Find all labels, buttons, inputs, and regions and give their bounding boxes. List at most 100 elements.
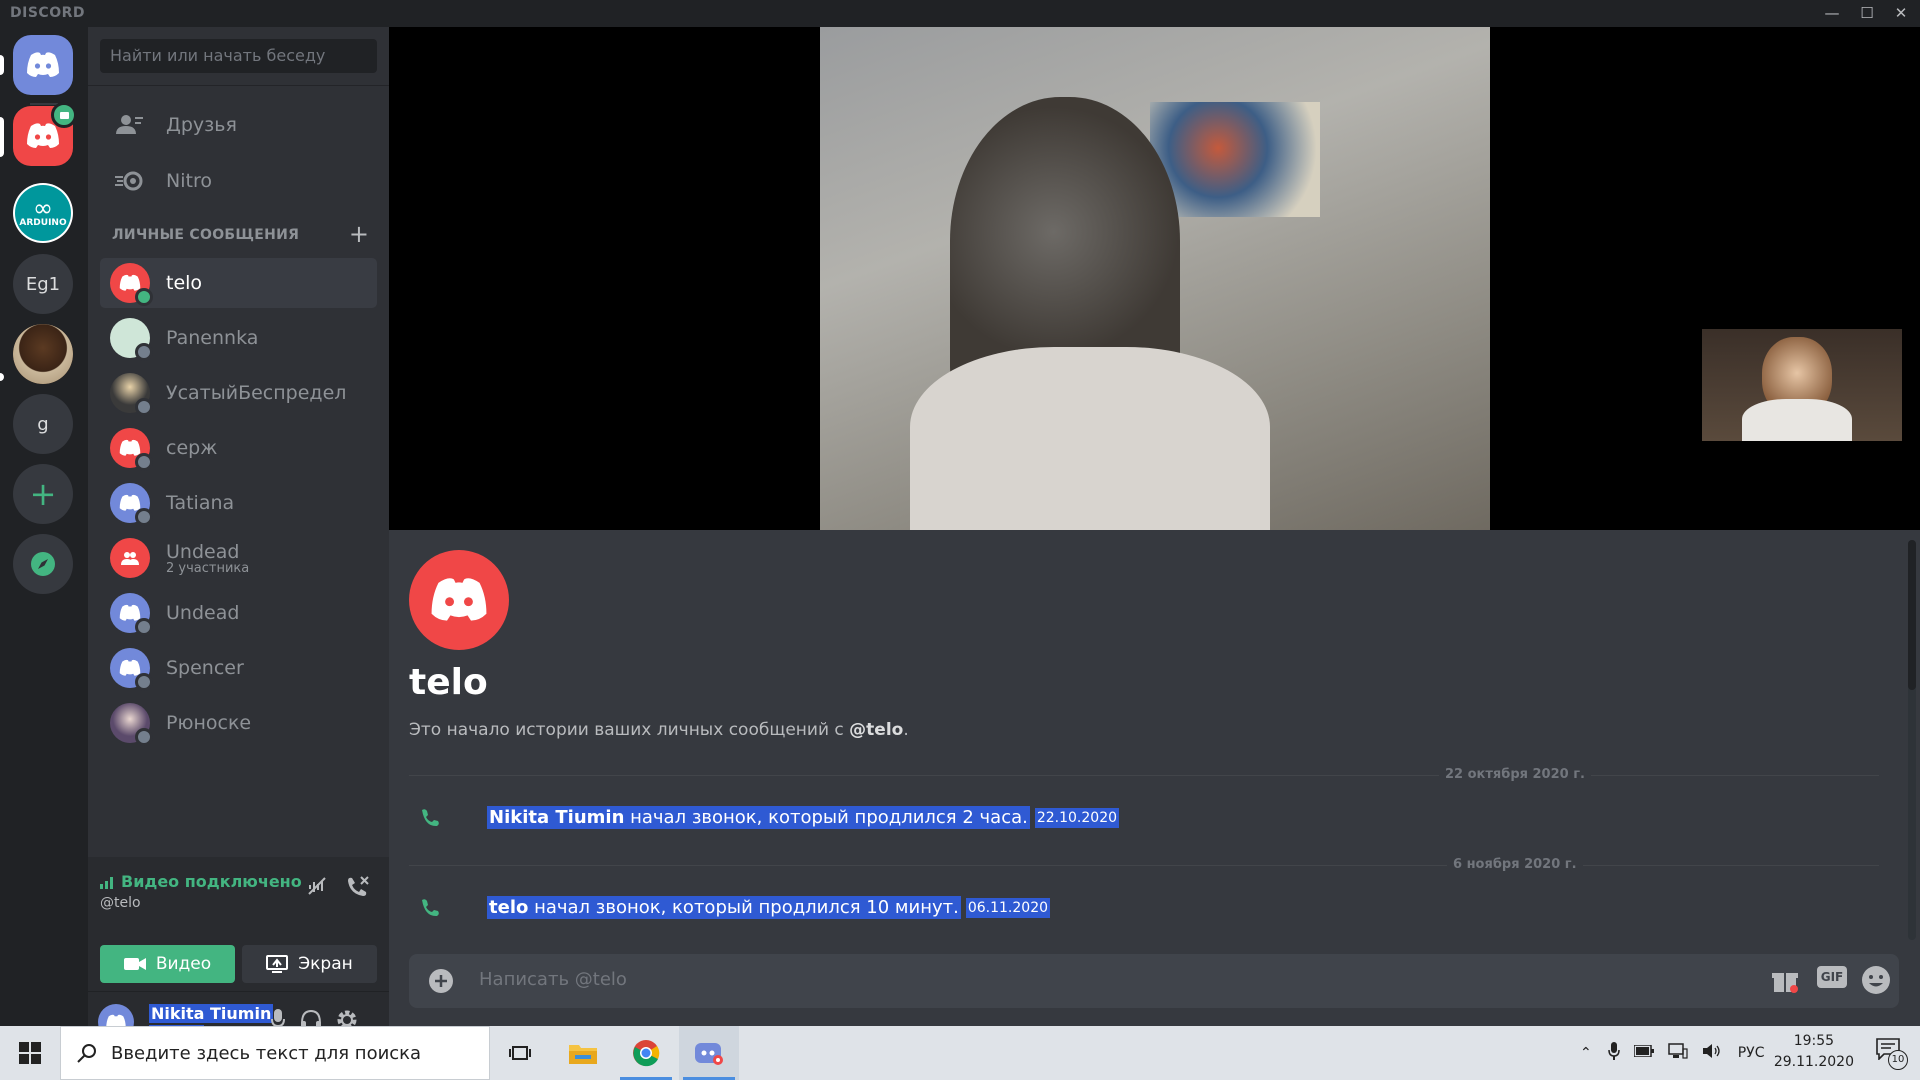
dm-name: Undead: [166, 540, 240, 563]
title-bar: DISCORD — ☐ ✕: [0, 0, 1920, 27]
search-input[interactable]: Найти или начать беседу: [100, 39, 377, 73]
offline-status-icon: [135, 453, 153, 471]
person-shirt: [910, 347, 1270, 530]
message-input[interactable]: Написать @telo: [479, 969, 627, 990]
dm-text: Undead 2 участника: [166, 541, 249, 576]
tray-overflow-icon[interactable]: ⌃: [1580, 1045, 1592, 1061]
nav-friends[interactable]: Друзья: [100, 102, 377, 148]
nav-nitro[interactable]: Nitro: [100, 158, 377, 204]
create-dm-button[interactable]: +: [349, 220, 369, 248]
dm-item-spencer[interactable]: Spencer: [100, 643, 377, 693]
taskbar-discord[interactable]: [679, 1026, 739, 1080]
avatar: [110, 263, 153, 306]
notification-center-button[interactable]: 10: [1876, 1038, 1908, 1070]
intro-handle: @telo: [849, 720, 904, 740]
remote-video-stream[interactable]: [820, 27, 1490, 530]
emoji-icon[interactable]: [1861, 965, 1891, 999]
dm-item-undead[interactable]: Undead: [100, 588, 377, 638]
home-button[interactable]: [13, 35, 73, 95]
date-divider-label: 6 ноября 2020 г.: [1447, 857, 1583, 872]
video-call-area[interactable]: [389, 27, 1920, 530]
compass-icon: [31, 552, 55, 576]
nav-label: Друзья: [166, 114, 237, 136]
offline-status-icon: [135, 728, 153, 746]
start-button[interactable]: [0, 1026, 60, 1080]
call-message: telo начал звонок, который продлился 10 …: [419, 896, 1051, 919]
gift-icon[interactable]: [1771, 966, 1799, 998]
voice-status-text: Видео подключено: [121, 872, 302, 891]
video-button-label: Видео: [155, 954, 212, 974]
offline-status-icon: [135, 618, 153, 636]
avatar: [110, 483, 153, 526]
dm-item-telo[interactable]: telo: [100, 258, 377, 308]
taskbar-clock[interactable]: 19:55 29.11.2020: [1774, 1031, 1854, 1073]
dm-item-undead-group[interactable]: Undead 2 участника: [100, 533, 377, 583]
server-icon-eg1[interactable]: Eg1: [13, 254, 73, 314]
dm-item-tatiana[interactable]: Tatiana: [100, 478, 377, 528]
tray-mic-icon[interactable]: [1607, 1042, 1620, 1064]
disconnect-call-icon[interactable]: [346, 875, 370, 902]
avatar: [110, 593, 153, 636]
chat-intro: Это начало истории ваших личных сообщени…: [409, 720, 909, 740]
call-timestamp: 22.10.2020: [1034, 807, 1120, 828]
call-author[interactable]: Nikita Tiumin: [489, 807, 624, 828]
voice-channel: @telo: [100, 895, 141, 911]
gif-icon[interactable]: GIF: [1817, 966, 1847, 988]
windows-taskbar: Введите здесь текст для поиска ⌃ РУС 19:…: [0, 1026, 1920, 1080]
search-icon: [77, 1044, 96, 1063]
battery-icon[interactable]: [1632, 1044, 1654, 1061]
infinity-icon: ∞: [33, 194, 53, 222]
volume-icon[interactable]: [1702, 1043, 1722, 1063]
chat-area: telo Это начало истории ваших личных соо…: [389, 530, 1920, 1026]
clock-time: 19:55: [1793, 1033, 1835, 1049]
close-window-button[interactable]: ✕: [1886, 2, 1916, 24]
dm-members-count: 2 участника: [166, 560, 250, 576]
maximize-button[interactable]: ☐: [1852, 2, 1882, 24]
call-message-text: Nikita Tiumin начал звонок, который прод…: [487, 806, 1030, 829]
call-message: Nikita Tiumin начал звонок, который прод…: [419, 806, 1120, 829]
add-server-button[interactable]: +: [13, 464, 73, 524]
nav-label: Nitro: [166, 170, 212, 192]
server-icon-g[interactable]: g: [13, 394, 73, 454]
offline-status-icon: [135, 398, 153, 416]
taskbar-file-explorer[interactable]: [553, 1026, 613, 1080]
dm-item-serzh[interactable]: серж: [100, 423, 377, 473]
avatar: [110, 703, 153, 746]
input-language[interactable]: РУС: [1738, 1045, 1765, 1061]
screen-share-button[interactable]: Экран: [242, 945, 377, 983]
server-icon-red[interactable]: [13, 102, 77, 166]
self-video-preview[interactable]: [1702, 329, 1902, 441]
scrollbar-thumb[interactable]: [1908, 540, 1916, 690]
dm-header-avatar: [409, 550, 509, 650]
dm-item-usatyi[interactable]: УсатыйБеспредел: [100, 368, 377, 418]
noise-suppression-icon[interactable]: [306, 875, 328, 902]
avatar: [110, 318, 153, 361]
server-icon-avatar[interactable]: [13, 324, 73, 384]
chat-scrollbar[interactable]: [1908, 540, 1916, 940]
dm-name: telo: [166, 272, 203, 294]
intro-text: Это начало истории ваших личных сообщени…: [409, 720, 850, 740]
phone-icon: [419, 897, 443, 919]
portrait-avatar: [13, 324, 73, 384]
date-divider: [409, 865, 1879, 866]
date-divider-label: 22 октября 2020 г.: [1439, 767, 1591, 782]
dm-item-panennka[interactable]: Panennka: [100, 313, 377, 363]
dm-item-ryunoske[interactable]: Рюноске: [100, 698, 377, 748]
taskbar-chrome[interactable]: [616, 1026, 676, 1080]
server-icon-arduino[interactable]: ∞ ARDUINO: [13, 183, 73, 243]
network-icon[interactable]: [1667, 1043, 1688, 1063]
task-view-button[interactable]: [490, 1026, 550, 1080]
attach-plus-icon[interactable]: [429, 969, 453, 997]
explore-servers-button[interactable]: [13, 534, 73, 594]
arduino-label: ARDUINO: [19, 218, 67, 228]
video-button[interactable]: Видео: [100, 945, 235, 983]
taskbar-search-input[interactable]: Введите здесь текст для поиска: [60, 1026, 490, 1080]
message-composer[interactable]: Написать @telo GIF: [409, 954, 1899, 1008]
intro-end: .: [903, 720, 909, 740]
discord-logo-icon: [27, 123, 59, 148]
call-description: начал звонок, который продлился 2 часа.: [624, 807, 1028, 828]
dm-name: серж: [166, 437, 218, 459]
call-author[interactable]: telo: [489, 897, 528, 918]
minimize-button[interactable]: —: [1817, 2, 1847, 24]
nitro-icon: [114, 171, 146, 191]
